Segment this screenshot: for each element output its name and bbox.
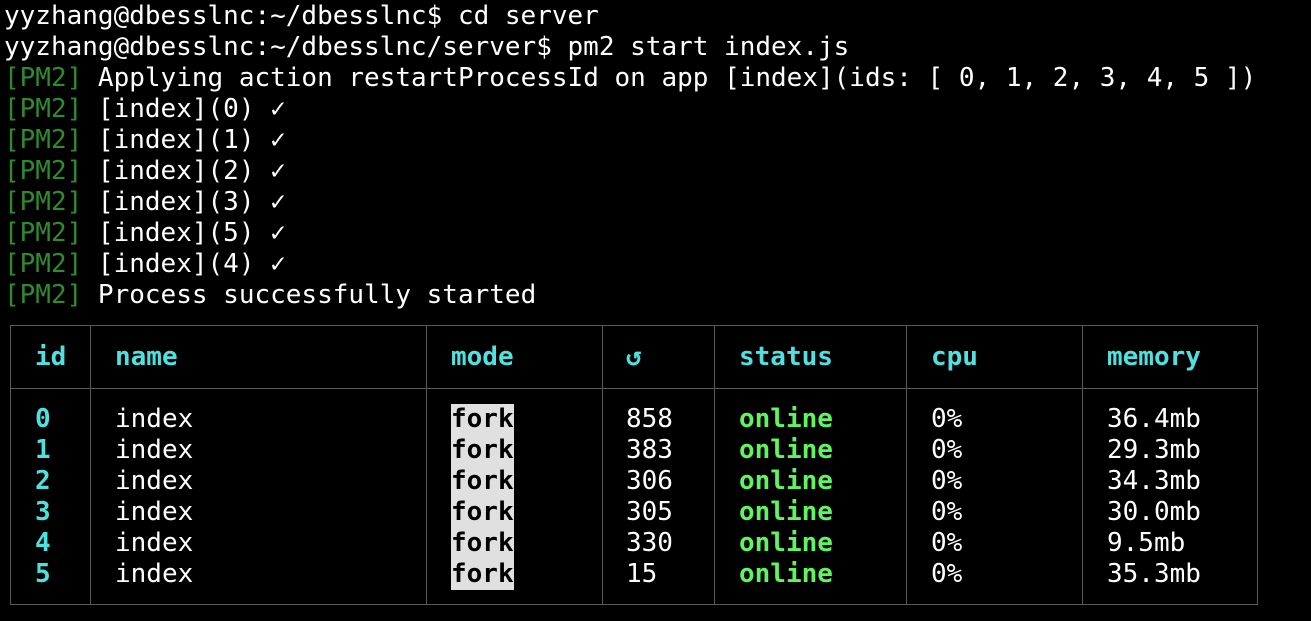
header-name: name bbox=[115, 342, 178, 372]
cell-cpu: 0% bbox=[931, 528, 963, 558]
pm2-log-line: [PM2] [index](0) ✓ bbox=[4, 94, 286, 125]
cell-name: index bbox=[115, 435, 194, 465]
cell-name: index bbox=[115, 404, 194, 434]
cell-cpu: 0% bbox=[931, 497, 963, 527]
cell-restarts: 330 bbox=[626, 528, 673, 558]
process-table: id name mode ↺ status cpu memory 0 index… bbox=[10, 325, 1258, 605]
cell-id: 2 bbox=[35, 466, 51, 496]
cell-id: 0 bbox=[35, 404, 51, 434]
pm2-log-message: Applying action restartProcessId on app … bbox=[82, 63, 1257, 93]
cell-restarts: 306 bbox=[626, 466, 673, 496]
cell-name: index bbox=[115, 528, 194, 558]
command-line-pm2-start: yyzhang@dbesslnc:~/dbesslnc/server$ pm2 … bbox=[4, 32, 850, 62]
cell-mode: fork bbox=[451, 528, 514, 559]
pm2-log-line: [PM2] [index](2) ✓ bbox=[4, 156, 286, 187]
command-line-cd: yyzhang@dbesslnc:~/dbesslnc$ cd server bbox=[4, 1, 599, 31]
pm2-log-line: [PM2] Applying action restartProcessId o… bbox=[4, 63, 1256, 94]
cell-restarts: 305 bbox=[626, 497, 673, 527]
pm2-log-line: [PM2] [index](1) ✓ bbox=[4, 125, 286, 156]
column-divider bbox=[602, 326, 603, 604]
cell-mode: fork bbox=[451, 466, 514, 497]
cell-name: index bbox=[115, 466, 194, 496]
cell-memory: 29.3mb bbox=[1107, 435, 1201, 465]
pm2-log-message: [index](1) ✓ bbox=[82, 125, 286, 155]
cell-memory: 34.3mb bbox=[1107, 466, 1201, 496]
cell-memory: 9.5mb bbox=[1107, 528, 1186, 558]
cell-restarts: 15 bbox=[626, 559, 658, 589]
cell-mode: fork bbox=[451, 497, 514, 528]
header-divider bbox=[11, 388, 1257, 389]
pm2-tag: [PM2] bbox=[4, 156, 83, 186]
cell-memory: 35.3mb bbox=[1107, 559, 1201, 589]
pm2-log-line: [PM2] [index](3) ✓ bbox=[4, 187, 286, 218]
pm2-log-message: [index](3) ✓ bbox=[82, 187, 286, 217]
cell-id: 3 bbox=[35, 497, 51, 527]
pm2-tag: [PM2] bbox=[4, 125, 83, 155]
cell-status: online bbox=[739, 528, 833, 558]
cell-cpu: 0% bbox=[931, 559, 963, 589]
pm2-log-line: [PM2] [index](4) ✓ bbox=[4, 249, 286, 280]
cell-cpu: 0% bbox=[931, 435, 963, 465]
pm2-tag: [PM2] bbox=[4, 280, 83, 310]
pm2-tag: [PM2] bbox=[4, 218, 83, 248]
header-status: status bbox=[739, 342, 833, 372]
column-divider bbox=[1082, 326, 1083, 604]
cell-mode: fork bbox=[451, 404, 514, 435]
pm2-log-message: [index](0) ✓ bbox=[82, 94, 286, 124]
cell-cpu: 0% bbox=[931, 404, 963, 434]
pm2-log-message: [index](5) ✓ bbox=[82, 218, 286, 248]
column-divider bbox=[906, 326, 907, 604]
cell-status: online bbox=[739, 497, 833, 527]
pm2-log-line: [PM2] [index](5) ✓ bbox=[4, 218, 286, 249]
cell-mode: fork bbox=[451, 559, 514, 590]
pm2-tag: [PM2] bbox=[4, 94, 83, 124]
cell-status: online bbox=[739, 559, 833, 589]
pm2-log-line: [PM2] Process successfully started bbox=[4, 280, 536, 311]
cell-restarts: 858 bbox=[626, 404, 673, 434]
pm2-tag: [PM2] bbox=[4, 249, 83, 279]
header-mode: mode bbox=[451, 342, 514, 372]
column-divider bbox=[426, 326, 427, 604]
terminal-window[interactable]: yyzhang@dbesslnc:~/dbesslnc$ cd server y… bbox=[0, 0, 1311, 621]
cell-memory: 30.0mb bbox=[1107, 497, 1201, 527]
cell-status: online bbox=[739, 466, 833, 496]
cell-memory: 36.4mb bbox=[1107, 404, 1201, 434]
pm2-log-message: [index](4) ✓ bbox=[82, 249, 286, 279]
cell-status: online bbox=[739, 435, 833, 465]
cell-id: 5 bbox=[35, 559, 51, 589]
cell-status: online bbox=[739, 404, 833, 434]
header-restarts: ↺ bbox=[626, 342, 642, 373]
column-divider bbox=[90, 326, 91, 604]
reload-icon: ↺ bbox=[626, 342, 642, 372]
header-cpu: cpu bbox=[931, 342, 978, 372]
cell-mode: fork bbox=[451, 435, 514, 466]
cell-cpu: 0% bbox=[931, 466, 963, 496]
column-divider bbox=[714, 326, 715, 604]
cell-name: index bbox=[115, 497, 194, 527]
cell-name: index bbox=[115, 559, 194, 589]
cell-id: 4 bbox=[35, 528, 51, 558]
pm2-log-message: [index](2) ✓ bbox=[82, 156, 286, 186]
cell-restarts: 383 bbox=[626, 435, 673, 465]
header-memory: memory bbox=[1107, 342, 1201, 372]
header-id: id bbox=[35, 342, 67, 372]
pm2-tag: [PM2] bbox=[4, 187, 83, 217]
pm2-log-message: Process successfully started bbox=[82, 280, 537, 310]
pm2-tag: [PM2] bbox=[4, 63, 83, 93]
cell-id: 1 bbox=[35, 435, 51, 465]
